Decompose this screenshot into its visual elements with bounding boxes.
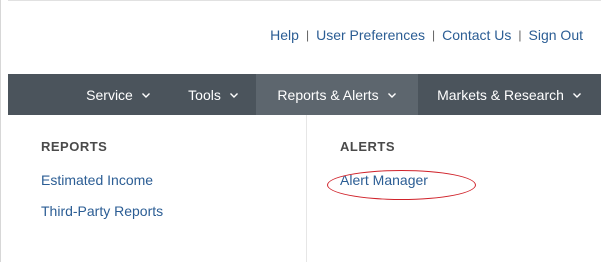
alert-manager-link[interactable]: Alert Manager xyxy=(340,172,428,188)
nav-item-label: Tools xyxy=(188,86,221,103)
estimated-income-link[interactable]: Estimated Income xyxy=(41,172,163,188)
utility-links: Help | User Preferences | Contact Us | S… xyxy=(270,27,583,43)
separator: | xyxy=(432,28,436,42)
page: Help | User Preferences | Contact Us | S… xyxy=(0,0,601,262)
alerts-column: ALERTS Alert Manager xyxy=(340,115,428,188)
sign-out-link[interactable]: Sign Out xyxy=(529,27,583,43)
column-divider xyxy=(306,115,307,262)
nav-item-label: Reports & Alerts xyxy=(277,86,379,103)
nav-item-label: Service xyxy=(86,86,133,103)
nav-item-label: Markets & Research xyxy=(437,86,564,103)
reports-column: REPORTS Estimated Income Third-Party Rep… xyxy=(41,115,163,219)
chevron-down-icon xyxy=(387,92,396,98)
nav-item-tools[interactable]: Tools xyxy=(171,74,256,115)
third-party-reports-link[interactable]: Third-Party Reports xyxy=(41,203,163,219)
separator: | xyxy=(518,28,522,42)
alerts-heading: ALERTS xyxy=(340,139,395,154)
chevron-down-icon xyxy=(229,92,238,98)
nav-item-markets-research[interactable]: Markets & Research xyxy=(418,74,601,115)
nav-item-reports-alerts[interactable]: Reports & Alerts xyxy=(256,74,418,115)
reports-heading: REPORTS xyxy=(41,139,108,154)
reports-alerts-dropdown: REPORTS Estimated Income Third-Party Rep… xyxy=(8,115,601,262)
separator: | xyxy=(305,28,310,42)
contact-us-link[interactable]: Contact Us xyxy=(442,27,511,43)
user-preferences-link[interactable]: User Preferences xyxy=(316,27,425,43)
help-link[interactable]: Help xyxy=(270,27,299,43)
main-navbar: Service Tools Reports & Alerts Markets &… xyxy=(8,74,601,115)
chevron-down-icon xyxy=(572,92,581,98)
chevron-down-icon xyxy=(141,92,150,98)
utility-bar: Help | User Preferences | Contact Us | S… xyxy=(0,0,601,74)
nav-item-service[interactable]: Service xyxy=(66,74,171,115)
